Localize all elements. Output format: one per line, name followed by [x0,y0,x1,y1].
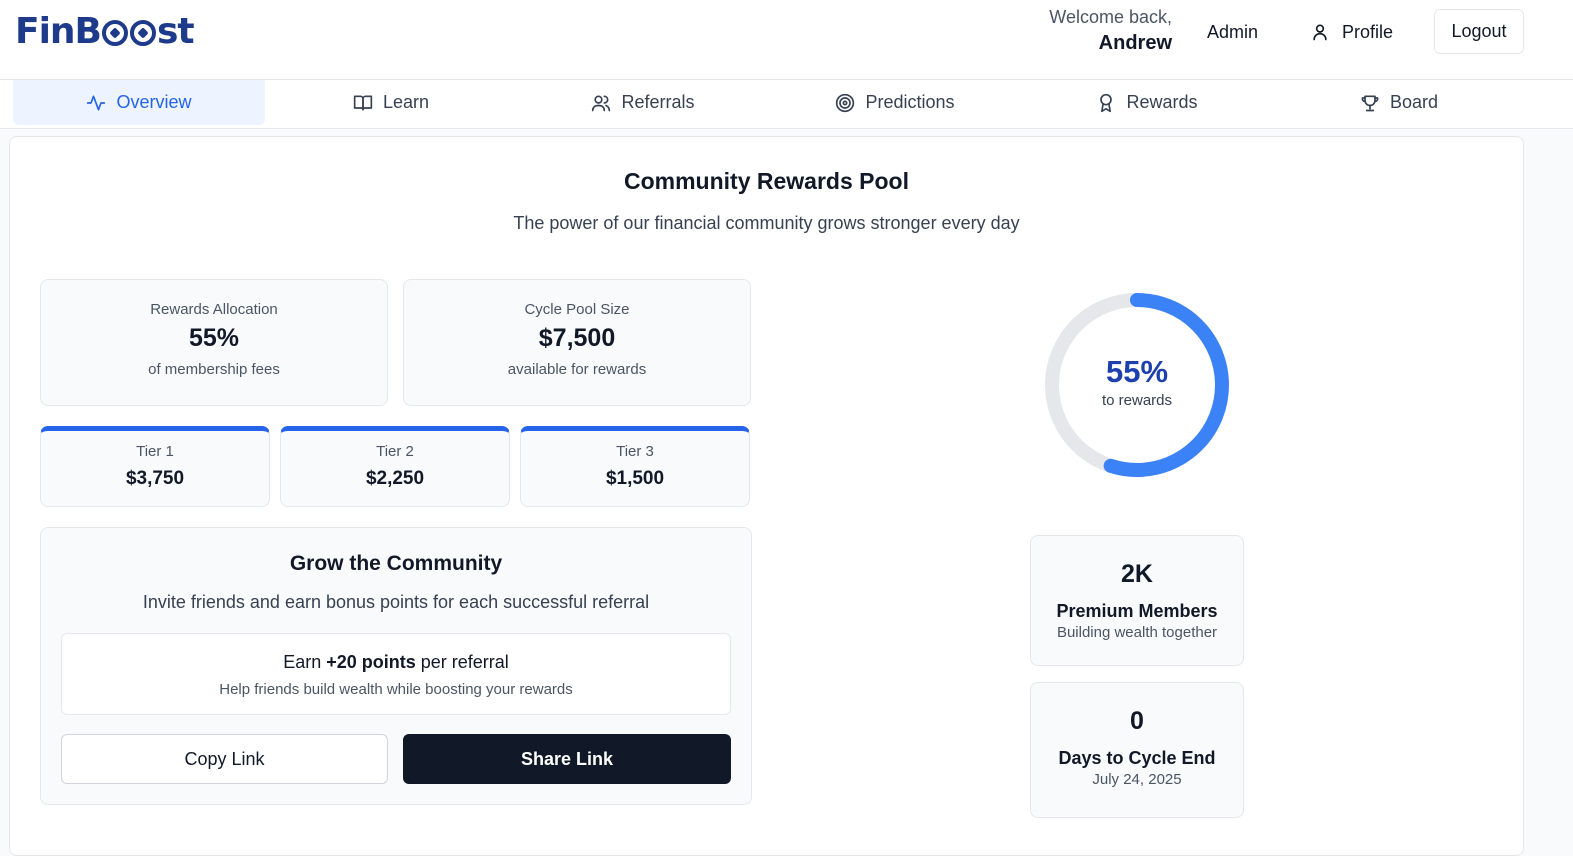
rewards-allocation-card: Rewards Allocation 55% of membership fee… [40,279,388,406]
tab-rewards[interactable]: Rewards [1021,80,1273,125]
stat-sub: of membership fees [148,361,280,378]
finboost-logo[interactable]: FinB st [15,10,195,52]
book-icon [353,95,373,110]
share-link-button[interactable]: Share Link [403,734,731,784]
tier-2-card: Tier 2 $2,250 [280,426,510,507]
cycle-pool-size-card: Cycle Pool Size $7,500 available for rew… [403,279,751,406]
logo-o-icon [102,20,128,46]
target-icon [836,93,855,112]
activity-icon [87,95,106,110]
rewards-ring: 55% to rewards [1042,290,1232,480]
stat-value: $7,500 [538,324,616,352]
user-name: Andrew [1098,32,1172,54]
grow-community-card: Grow the Community Invite friends and ea… [40,527,752,805]
tab-board[interactable]: Board [1273,80,1525,125]
logo-o-icon [130,20,156,46]
admin-link[interactable]: Admin [1207,20,1258,44]
tier-value: $3,750 [125,468,185,489]
referral-bonus-sub: Help friends build wealth while boosting… [219,681,573,698]
trophy-icon [1361,95,1379,111]
cycle-title: Days to Cycle End [1058,748,1216,768]
app-header: FinB st Welcome back, Andrew Admin Profi… [0,0,1573,80]
user-icon [1313,24,1327,41]
referral-bonus-box: Earn +20 points per referral Help friend… [61,633,731,715]
ring-label: to rewards [1101,392,1173,409]
stat-label: Cycle Pool Size [524,301,630,318]
premium-members-card: 2K Premium Members Building wealth toget… [1030,535,1244,666]
logout-button[interactable]: Logout [1434,9,1524,54]
stat-label: Rewards Allocation [150,301,278,318]
tier-value: $2,250 [365,468,425,489]
profile-link[interactable]: Profile [1310,20,1393,44]
page-subtitle: The power of our financial community gro… [513,213,1020,233]
tier-label: Tier 3 [616,443,654,460]
members-title: Premium Members [1056,601,1218,621]
users-icon [592,95,611,111]
grow-subtitle: Invite friends and earn bonus points for… [142,592,650,612]
tab-learn[interactable]: Learn [265,80,517,125]
tab-predictions[interactable]: Predictions [769,80,1021,125]
members-count: 2K [1121,560,1153,588]
copy-link-button[interactable]: Copy Link [61,734,388,784]
tier-label: Tier 2 [376,443,414,460]
days-count: 0 [1130,707,1144,735]
tier-value: $1,500 [605,468,665,489]
stat-sub: available for rewards [507,361,647,378]
main-tabs: Overview Learn Referrals Predictions Rew… [0,80,1573,129]
welcome-message: Welcome back, Andrew [1049,6,1172,58]
page-title: Community Rewards Pool [624,168,909,194]
tier-label: Tier 1 [136,443,174,460]
ring-center: 55% to rewards [1042,354,1232,409]
stat-value: 55% [188,324,240,352]
tier-1-card: Tier 1 $3,750 [40,426,270,507]
tab-referrals[interactable]: Referrals [517,80,769,125]
members-sub: Building wealth together [1056,624,1218,641]
welcome-line: Welcome back, [1049,7,1172,27]
award-icon [1100,93,1113,112]
tier-3-card: Tier 3 $1,500 [520,426,750,507]
referral-bonus-title: Earn +20 points per referral [283,652,509,672]
ring-percent: 55% [1105,354,1169,389]
grow-title: Grow the Community [289,552,503,575]
cycle-end-card: 0 Days to Cycle End July 24, 2025 [1030,682,1244,818]
tab-overview[interactable]: Overview [13,80,265,125]
cycle-date: July 24, 2025 [1092,771,1182,788]
